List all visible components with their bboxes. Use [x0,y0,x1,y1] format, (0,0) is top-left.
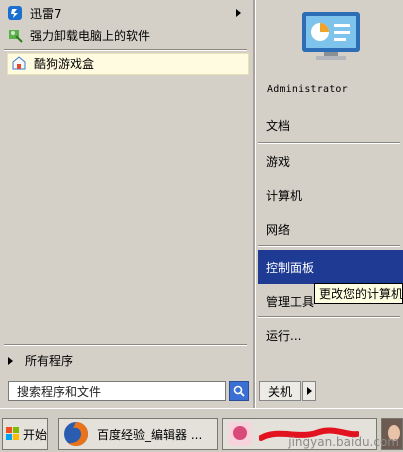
program-item-kugou-games[interactable]: 酷狗游戏盒 [10,52,94,74]
chevron-right-icon [306,387,312,395]
submenu-arrow-icon [236,9,241,17]
right-item-games[interactable]: 游戏 [266,153,290,170]
divider [4,344,247,346]
shutdown-label: 关机 [267,384,292,399]
right-item-control-panel[interactable]: 控制面板 [266,259,314,276]
expand-arrow-icon [8,356,13,365]
shutdown-button[interactable]: 关机 [259,381,301,401]
firefox-icon [64,422,89,447]
xunlei-icon [6,4,24,22]
windows-logo-icon [6,427,19,440]
divider [258,142,400,144]
search-icon [233,385,245,397]
game-box-icon [10,54,28,72]
right-item-network[interactable]: 网络 [266,221,290,238]
tooltip: 更改您的计算机 [314,283,403,304]
shutdown-options-button[interactable] [302,381,316,401]
program-label: 迅雷7 [30,6,62,21]
right-item-documents[interactable]: 文档 [266,117,290,134]
start-label: 开始 [23,427,48,442]
program-item-uninstaller[interactable]: 强力卸载电脑上的软件 [6,24,150,46]
search-placeholder: 搜索程序和文件 [17,384,102,399]
user-name[interactable]: Administrator [267,84,348,95]
all-programs-button[interactable]: 所有程序 [8,352,73,369]
program-label: 强力卸载电脑上的软件 [30,28,151,43]
start-menu-left-pane: 迅雷7 强力卸载电脑上的软件 酷狗游戏盒 所有程序 搜索程序和文件 [0,0,253,408]
divider [4,49,247,51]
taskbar-item-label: 百度经验_编辑器 ... [97,427,203,442]
program-item-xunlei[interactable]: 迅雷7 [6,2,62,24]
app-icon [228,422,252,446]
uninstall-icon [6,26,24,44]
program-label: 酷狗游戏盒 [34,56,95,71]
start-button[interactable]: 开始 [2,418,48,450]
divider [258,245,400,247]
search-button[interactable] [229,381,249,401]
tooltip-text: 更改您的计算机 [319,287,403,301]
all-programs-label: 所有程序 [25,354,74,368]
right-item-run[interactable]: 运行... [266,327,301,344]
right-item-computer[interactable]: 计算机 [266,187,302,204]
watermark: jingyan.baidu.com [288,435,399,449]
start-menu: 迅雷7 强力卸载电脑上的软件 酷狗游戏盒 所有程序 搜索程序和文件 Admini… [0,0,403,408]
search-input[interactable]: 搜索程序和文件 [8,381,226,401]
control-panel-avatar-icon[interactable] [300,10,362,62]
taskbar-item-browser[interactable]: 百度经验_编辑器 ... [58,418,218,450]
right-item-admin-tools[interactable]: 管理工具 [266,293,314,310]
divider [258,316,400,318]
